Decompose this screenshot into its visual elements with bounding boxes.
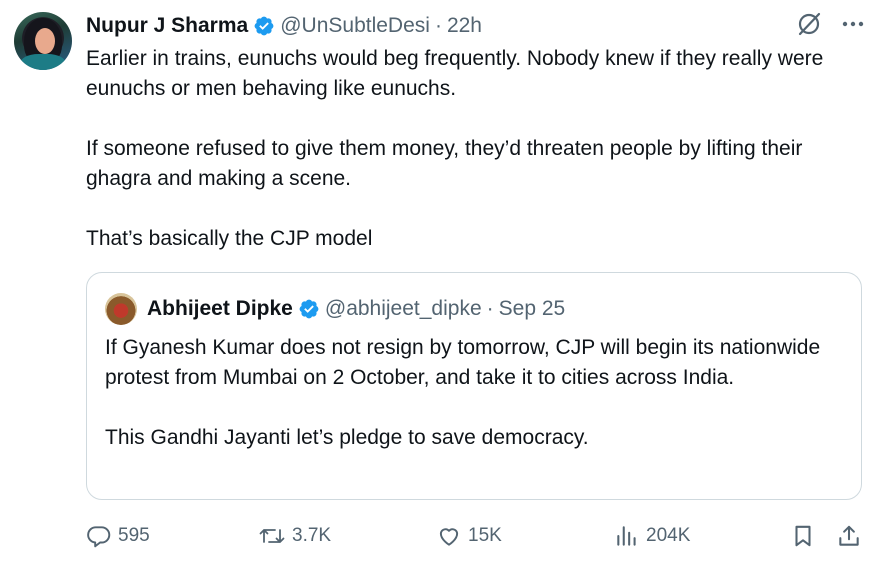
like-count: 15K — [468, 525, 502, 546]
quoted-post-date[interactable]: Sep 25 — [499, 297, 566, 321]
post-header: Nupur J Sharma @UnSubtleDesi · 22h — [86, 11, 482, 41]
quoted-post-text: If Gyanesh Kumar does not resign by tomo… — [105, 333, 825, 453]
views-count: 204K — [646, 525, 691, 546]
quoted-post[interactable]: Abhijeet Dipke @abhijeet_dipke · Sep 25 … — [86, 272, 862, 500]
grok-icon[interactable] — [796, 11, 822, 37]
post-paragraph: Earlier in trains, eunuchs would beg fre… — [86, 47, 824, 100]
views-icon — [614, 523, 640, 549]
quoted-post-header: Abhijeet Dipke @abhijeet_dipke · Sep 25 — [105, 293, 565, 325]
quoted-author-name[interactable]: Abhijeet Dipke — [147, 297, 293, 321]
bookmark-button[interactable] — [790, 518, 816, 554]
post-paragraph: That’s basically the CJP model — [86, 227, 373, 250]
quoted-author-avatar[interactable] — [105, 293, 137, 325]
author-handle[interactable]: @UnSubtleDesi — [280, 14, 430, 38]
separator-dot: · — [434, 14, 442, 37]
post-top-actions — [796, 11, 864, 37]
post-paragraph: If someone refused to give them money, t… — [86, 137, 803, 190]
post-actions-bar: 595 3.7K 15K 204K — [86, 518, 866, 554]
like-icon — [436, 523, 462, 549]
more-icon[interactable] — [842, 11, 864, 37]
verified-badge-icon — [298, 298, 320, 320]
repost-icon — [258, 523, 286, 549]
reply-icon — [86, 523, 112, 549]
repost-button[interactable]: 3.7K — [258, 518, 331, 554]
separator-dot: · — [486, 297, 494, 320]
bookmark-icon — [790, 523, 816, 549]
reply-button[interactable]: 595 — [86, 518, 150, 554]
author-avatar[interactable] — [14, 12, 72, 70]
quoted-paragraph: This Gandhi Jayanti let’s pledge to save… — [105, 426, 589, 449]
verified-badge-icon — [253, 15, 275, 37]
views-button[interactable]: 204K — [614, 518, 690, 554]
author-name[interactable]: Nupur J Sharma — [86, 14, 248, 38]
post-text: Earlier in trains, eunuchs would beg fre… — [86, 44, 866, 254]
quoted-author-handle[interactable]: @abhijeet_dipke — [325, 297, 482, 321]
repost-count: 3.7K — [292, 525, 332, 546]
like-button[interactable]: 15K — [436, 518, 502, 554]
quoted-paragraph: If Gyanesh Kumar does not resign by tomo… — [105, 336, 821, 389]
post-time[interactable]: 22h — [447, 14, 482, 38]
reply-count: 595 — [118, 525, 150, 546]
share-button[interactable] — [836, 518, 862, 554]
share-icon — [836, 523, 862, 549]
